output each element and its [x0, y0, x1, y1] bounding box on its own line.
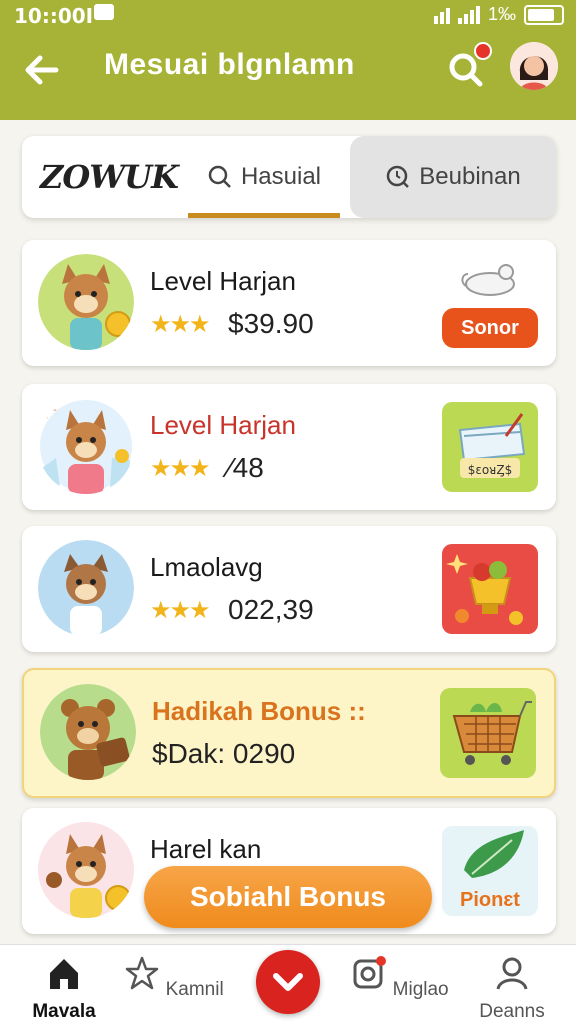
- star-icon: [126, 956, 159, 990]
- sonor-button[interactable]: Sonor: [442, 308, 538, 348]
- tab-beubinan[interactable]: Beubinan: [350, 136, 556, 218]
- battery-percent: 1‰: [487, 4, 516, 24]
- chevron-down-icon: [273, 973, 303, 991]
- item-title: Lmaolavg: [150, 552, 263, 582]
- search-icon: [208, 165, 231, 188]
- golden-cup-image[interactable]: [442, 544, 538, 634]
- item-title: Level Harjan: [150, 266, 296, 296]
- rating-stars: ★★★: [150, 455, 211, 482]
- money-leaf-image[interactable]: Pionɛt: [442, 826, 538, 916]
- nav-item-home[interactable]: Mavala: [14, 955, 114, 1023]
- nav-label: Mavala: [32, 1001, 96, 1022]
- battery-icon: [524, 4, 564, 25]
- nav-label: Kamnil: [165, 979, 224, 1000]
- notification-icon: [94, 4, 114, 20]
- cell-signal-icon: [457, 5, 480, 24]
- profile-icon: [496, 957, 528, 990]
- item-price: ⁄48: [228, 452, 264, 483]
- tab-label: Hasuial: [240, 163, 322, 190]
- bonus-list-item[interactable]: Hadikah Bonus :: $Dak: 0290: [22, 668, 556, 798]
- status-icons: 1‰: [433, 4, 564, 25]
- item-title: Level Harjan: [150, 410, 296, 440]
- tab-hasuial[interactable]: Hasuial: [188, 136, 340, 218]
- item-price: 022,39: [228, 594, 314, 625]
- nav-item-deanns[interactable]: Deanns: [462, 955, 562, 1023]
- sobiahl-bonus-button[interactable]: Sobiahl Bonus: [144, 866, 432, 928]
- home-icon: [50, 959, 78, 989]
- app-header: Mesuai blgnlamn: [0, 30, 576, 120]
- wifi-signal-icon: [433, 6, 450, 24]
- svg-text:$ɛoᴚȤ$: $ɛoᴚȤ$: [468, 463, 513, 477]
- shopping-cart-image[interactable]: [440, 688, 536, 778]
- treasure-box-image[interactable]: $ɛoᴚȤ$: [442, 402, 538, 492]
- avatar[interactable]: [510, 42, 558, 90]
- fox-pet-avatar: [38, 822, 134, 918]
- svg-text:Pionɛt: Pionɛt: [460, 889, 520, 911]
- page-title: Mesuai blgnlamn: [104, 48, 355, 81]
- bear-pet-avatar: [40, 684, 136, 780]
- rating-stars: ★★★: [150, 597, 211, 624]
- active-tab-indicator: [188, 213, 340, 218]
- status-bar: 10::00I 1‰: [0, 0, 576, 30]
- nav-label: Miglao: [392, 979, 449, 1000]
- tab-label: Beubinan: [419, 163, 521, 190]
- bonus-title: Hadikah Bonus ::: [152, 696, 366, 726]
- rating-stars: ★★★: [150, 311, 211, 338]
- clock-search-icon: [387, 165, 410, 188]
- brand-logo: ZOWUK: [40, 158, 179, 196]
- mouse-illustration-icon: [461, 264, 515, 296]
- clock: 10::00I: [14, 4, 94, 28]
- item-price: $39.90: [228, 308, 314, 339]
- fox-pet-avatar: [38, 400, 132, 494]
- list-item[interactable]: Level Harjan ★★★ $39.90 Sonor: [22, 240, 556, 366]
- list-item[interactable]: Level Harjan ★★★ ⁄48 $ɛoᴚȤ$: [22, 384, 556, 510]
- camera-icon: [353, 956, 387, 989]
- bonus-price: $Dak: 0290: [152, 738, 296, 769]
- item-title: Harel kan: [150, 834, 262, 864]
- tab-bar: ZOWUK Hasuial Beubinan: [22, 136, 556, 218]
- back-arrow-icon[interactable]: [22, 50, 62, 90]
- header-drip-decoration: [0, 90, 576, 118]
- fox-pet-avatar: [38, 540, 134, 636]
- fox-pet-avatar: [38, 254, 134, 350]
- nav-item-miglao[interactable]: Miglao: [350, 955, 450, 1001]
- notification-dot: [474, 42, 492, 60]
- nav-item-kamnil[interactable]: Kamnil: [124, 955, 224, 1001]
- center-action-button[interactable]: [256, 950, 320, 1014]
- nav-label: Deanns: [479, 1001, 545, 1022]
- list-item[interactable]: Lmaolavg ★★★ 022,39: [22, 526, 556, 652]
